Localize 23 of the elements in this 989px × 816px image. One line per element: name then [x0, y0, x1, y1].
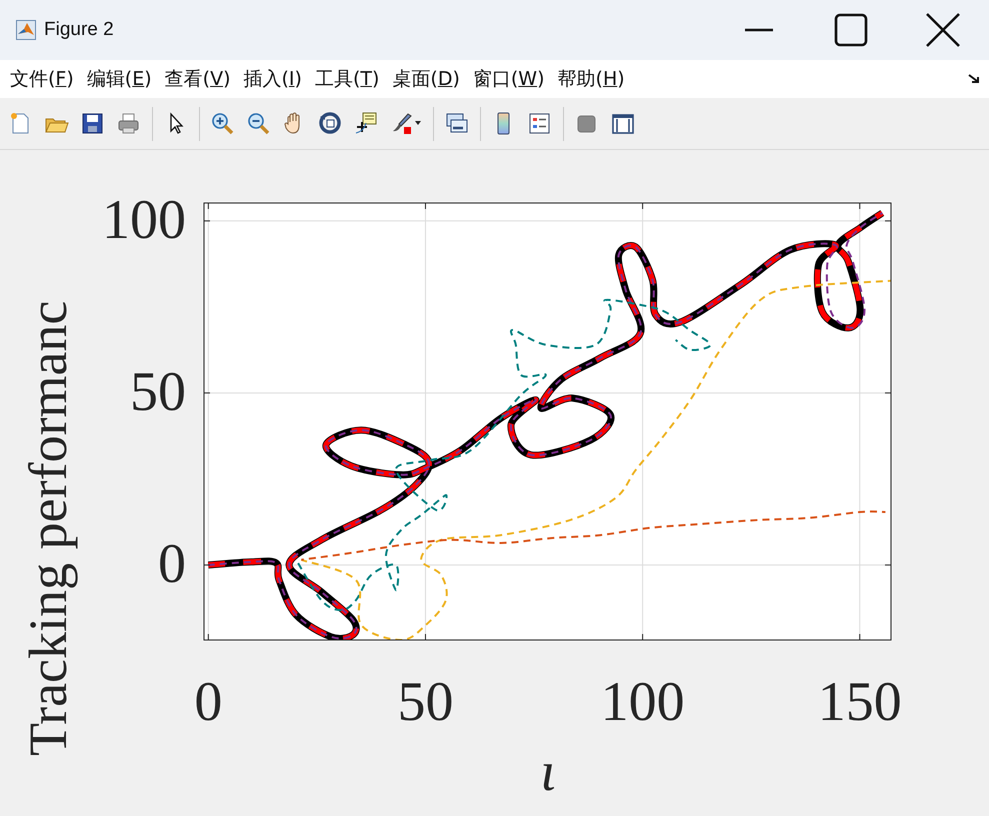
tick-label: 0	[158, 532, 186, 595]
window-title: Figure 2	[44, 19, 114, 41]
app-icon	[16, 20, 36, 40]
tick-label: 100	[102, 188, 186, 251]
menu-item[interactable]: 窗口(W)	[472, 66, 545, 92]
menu-item[interactable]: 文件(F)	[10, 66, 74, 92]
dock-arrow-icon[interactable]	[967, 73, 981, 85]
axis-label: Tracking performanc	[18, 300, 78, 756]
tick-label: 50	[397, 671, 454, 733]
tick-label: 100	[600, 671, 685, 733]
zoom-out-icon[interactable]	[246, 111, 272, 136]
axis-label: ι	[540, 741, 556, 803]
tick-label: 150	[818, 671, 902, 733]
zoom-in-icon[interactable]	[210, 111, 236, 136]
menu-item[interactable]: 插入(I)	[243, 66, 302, 92]
tick-label: 50	[130, 360, 186, 423]
menu-item[interactable]: 工具(T)	[314, 66, 380, 92]
menu-item[interactable]: 查看(V)	[164, 66, 230, 92]
menu-item[interactable]: 桌面(D)	[392, 66, 460, 92]
window-icon[interactable]	[610, 111, 636, 136]
menu-item[interactable]: 帮助(H)	[558, 66, 625, 92]
menu-item[interactable]: 编辑(E)	[86, 66, 152, 92]
tick-label: 0	[194, 671, 222, 733]
